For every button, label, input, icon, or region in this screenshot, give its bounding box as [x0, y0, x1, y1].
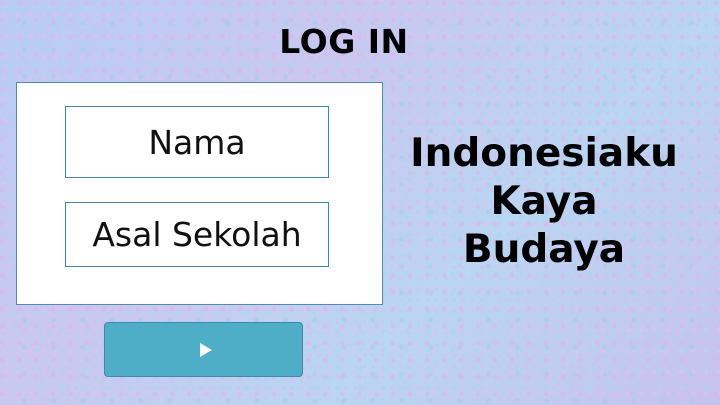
login-form-card: Nama Asal Sekolah — [16, 82, 383, 305]
school-input[interactable]: Asal Sekolah — [65, 202, 329, 267]
tagline-line-2: Kaya — [490, 179, 598, 224]
name-input[interactable]: Nama — [65, 106, 329, 178]
tagline-line-1: Indonesiaku — [410, 131, 678, 176]
tagline-line-3: Budaya — [462, 227, 626, 272]
play-button[interactable] — [104, 322, 303, 377]
play-icon — [199, 342, 212, 357]
page-title: LOG IN — [279, 22, 409, 61]
tagline: Indonesiaku Kaya Budaya — [400, 130, 688, 274]
